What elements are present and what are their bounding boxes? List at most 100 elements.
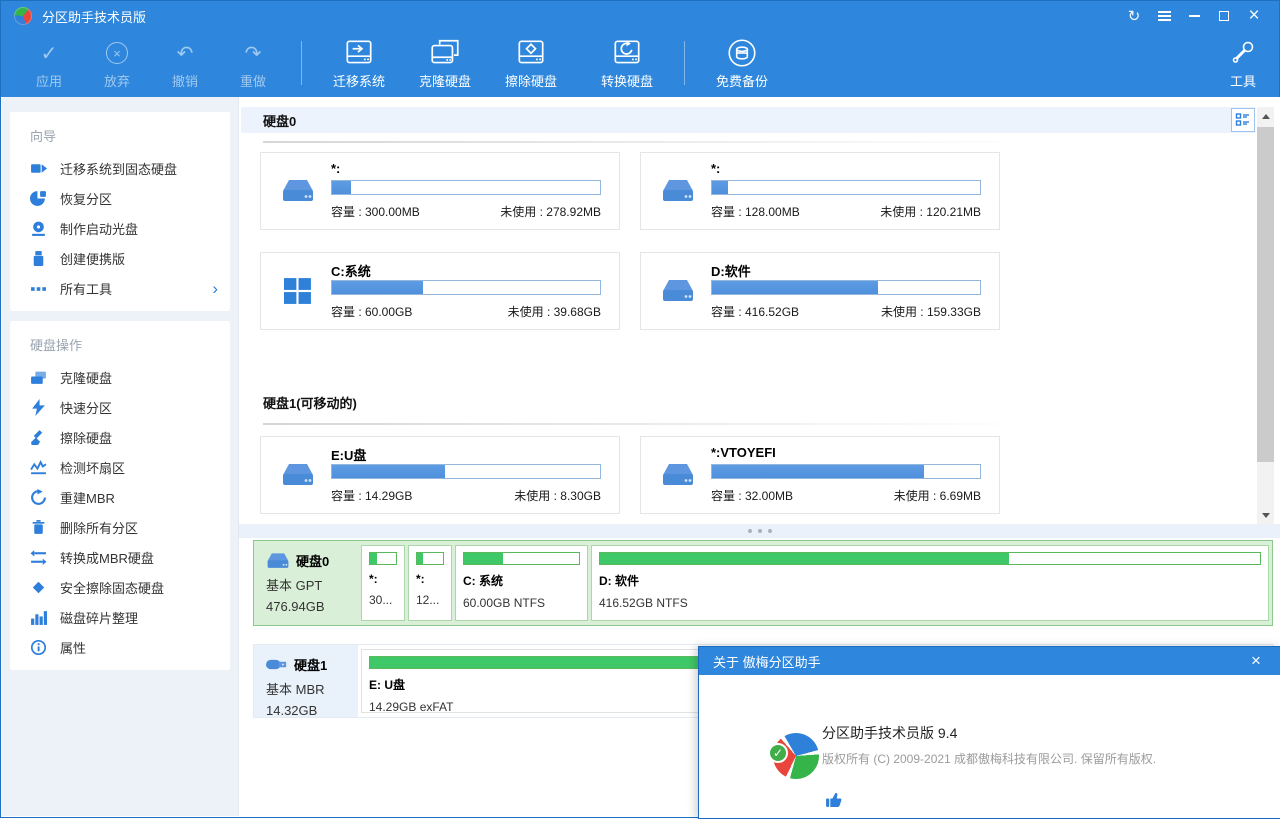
properties-icon <box>30 639 47 656</box>
pane-splitter[interactable] <box>239 524 1280 538</box>
free-label: 未使用 : 6.69MB <box>894 487 981 504</box>
sidebar-section-title: 硬盘操作 <box>10 325 230 362</box>
sidebar-item-wipe-disk[interactable]: 擦除硬盘 <box>10 422 230 452</box>
rebuild-mbr-icon <box>30 489 47 506</box>
map-partition[interactable]: *: 12... <box>408 545 452 621</box>
sidebar-item-defrag[interactable]: 磁盘碎片整理 <box>10 602 230 632</box>
clone-disk-icon <box>428 38 462 68</box>
sidebar-item-secure-erase[interactable]: 安全擦除固态硬盘 <box>10 572 230 602</box>
partition-card[interactable]: *:VTOYEFI 容量 : 32.00MB 未使用 : 6.69MB <box>640 436 1000 514</box>
convert-mbr-icon <box>30 549 47 566</box>
sidebar-item-delete-partitions[interactable]: 删除所有分区 <box>10 512 230 542</box>
capacity-label: 容量 : 60.00GB <box>331 303 412 320</box>
partition-name: D:软件 <box>711 261 751 280</box>
map-partition[interactable]: C: 系统 60.00GB NTFS <box>455 545 588 621</box>
menu-icon[interactable] <box>1149 1 1179 31</box>
thumbs-up-icon <box>825 791 842 808</box>
disk-type: 基本 GPT <box>266 575 358 594</box>
copyright-text: 版权所有 (C) 2009-2021 成都傲梅科技有限公司. 保留所有版权. <box>822 750 1156 767</box>
quick-partition-icon <box>30 399 47 416</box>
free-label: 未使用 : 120.21MB <box>880 203 981 220</box>
minimize-button[interactable] <box>1179 1 1209 31</box>
partition-name: *:VTOYEFI <box>711 445 776 460</box>
partition-card[interactable]: *: 容量 : 300.00MB 未使用 : 278.92MB <box>260 152 620 230</box>
partition-card[interactable]: *: 容量 : 128.00MB 未使用 : 120.21MB <box>640 152 1000 230</box>
partition-name: E:U盘 <box>331 445 366 464</box>
sidebar-item-migrate-ssd[interactable]: 迁移系统到固态硬盘 <box>10 153 230 183</box>
scroll-up-button[interactable] <box>1257 107 1274 125</box>
convert-disk-button[interactable]: 转换硬盘 <box>584 31 670 97</box>
toolbar: ✓ 应用 × 放弃 ↶ 撤销 ↷ 重做 迁移系统 <box>1 31 1279 97</box>
sidebar-item-convert-mbr[interactable]: 转换成MBR硬盘 <box>10 542 230 572</box>
all-tools-icon <box>30 280 47 297</box>
divider <box>263 141 1031 143</box>
scroll-down-button[interactable] <box>1257 506 1274 524</box>
scrollbar-thumb[interactable] <box>1257 127 1274 462</box>
toolbar-separator <box>301 41 302 85</box>
discard-button[interactable]: × 放弃 <box>83 31 151 97</box>
migrate-system-button[interactable]: 迁移系统 <box>316 31 402 97</box>
sidebar-item-portable-version[interactable]: 创建便携版 <box>10 243 230 273</box>
sidebar-item-recover-partition[interactable]: 恢复分区 <box>10 183 230 213</box>
migrate-ssd-icon <box>30 160 47 177</box>
partition-card[interactable]: D:软件 容量 : 416.52GB 未使用 : 159.33GB <box>640 252 1000 330</box>
redo-button[interactable]: ↷ 重做 <box>219 31 287 97</box>
disk-icon <box>661 277 695 305</box>
defrag-icon <box>30 609 47 626</box>
usage-bar <box>331 280 601 295</box>
sidebar-item-properties[interactable]: 属性 <box>10 632 230 662</box>
disk-icon <box>266 552 290 570</box>
secure-erase-icon <box>30 579 47 596</box>
apply-button[interactable]: ✓ 应用 <box>15 31 83 97</box>
delete-partitions-icon <box>30 519 47 536</box>
view-toggle-button[interactable] <box>1231 108 1255 132</box>
vertical-scrollbar[interactable] <box>1257 107 1274 524</box>
undo-button[interactable]: ↶ 撤销 <box>151 31 219 97</box>
sidebar-item-clone-disk[interactable]: 克隆硬盘 <box>10 362 230 392</box>
window-controls: ↻ × <box>1119 1 1269 31</box>
close-button[interactable]: × <box>1239 1 1269 31</box>
wipe-disk-icon <box>514 38 548 68</box>
map-partition[interactable]: D: 软件 416.52GB NTFS <box>591 545 1269 621</box>
disk-icon <box>281 177 315 205</box>
disk-icon <box>281 461 315 489</box>
disk-size: 476.94GB <box>266 599 358 614</box>
partition-card[interactable]: E:U盘 容量 : 14.29GB 未使用 : 8.30GB <box>260 436 620 514</box>
sidebar-item-bootable-cd[interactable]: 制作启动光盘 <box>10 213 230 243</box>
sidebar-item-quick-partition[interactable]: 快速分区 <box>10 392 230 422</box>
capacity-label: 容量 : 300.00MB <box>331 203 420 220</box>
free-backup-button[interactable]: 免费备份 <box>699 31 785 97</box>
clone-disk-button[interactable]: 克隆硬盘 <box>402 31 488 97</box>
sidebar-disk-operations-card: 硬盘操作 克隆硬盘 快速分区 擦除硬盘 检测坏扇区 重建MBR <box>10 321 230 670</box>
disk0-group-header: 硬盘0 <box>241 107 1255 133</box>
redo-icon: ↷ <box>245 38 262 68</box>
about-dialog-title: 关于 傲梅分区助手 <box>713 652 821 671</box>
capacity-label: 容量 : 14.29GB <box>331 487 412 504</box>
capacity-label: 容量 : 32.00MB <box>711 487 793 504</box>
disk1-map-label: 硬盘1 基本 MBR 14.32GB <box>254 645 358 717</box>
bootable-cd-icon <box>30 220 47 237</box>
tools-button[interactable]: 工具 <box>1215 31 1271 97</box>
free-label: 未使用 : 278.92MB <box>500 203 601 220</box>
capacity-label: 容量 : 416.52GB <box>711 303 799 320</box>
dialog-close-button[interactable]: × <box>1244 647 1268 675</box>
maximize-button[interactable] <box>1209 1 1239 31</box>
free-label: 未使用 : 159.33GB <box>881 303 981 320</box>
partition-card[interactable]: C:系统 容量 : 60.00GB 未使用 : 39.68GB <box>260 252 620 330</box>
usb-icon <box>266 657 288 672</box>
window-title: 分区助手技术员版 <box>42 7 146 26</box>
sidebar-item-bad-sector[interactable]: 检测坏扇区 <box>10 452 230 482</box>
capacity-label: 容量 : 128.00MB <box>711 203 800 220</box>
map-partition[interactable]: *: 30... <box>361 545 405 621</box>
free-label: 未使用 : 39.68GB <box>508 303 601 320</box>
refresh-icon[interactable]: ↻ <box>1119 1 1149 31</box>
sidebar-wizards-card: 向导 迁移系统到固态硬盘 恢复分区 制作启动光盘 创建便携版 所有工具 › <box>10 112 230 311</box>
sidebar-item-rebuild-mbr[interactable]: 重建MBR <box>10 482 230 512</box>
sidebar-item-all-tools[interactable]: 所有工具 › <box>10 273 230 303</box>
disk0-map-row[interactable]: 硬盘0 基本 GPT 476.94GB *: 30... *: 12... C:… <box>253 540 1273 626</box>
cancel-icon: × <box>106 38 128 68</box>
disk0-map-label: 硬盘0 基本 GPT 476.94GB <box>254 541 358 625</box>
usage-bar <box>711 464 981 479</box>
wipe-disk-button[interactable]: 擦除硬盘 <box>488 31 574 97</box>
wipe-disk-icon <box>30 429 47 446</box>
